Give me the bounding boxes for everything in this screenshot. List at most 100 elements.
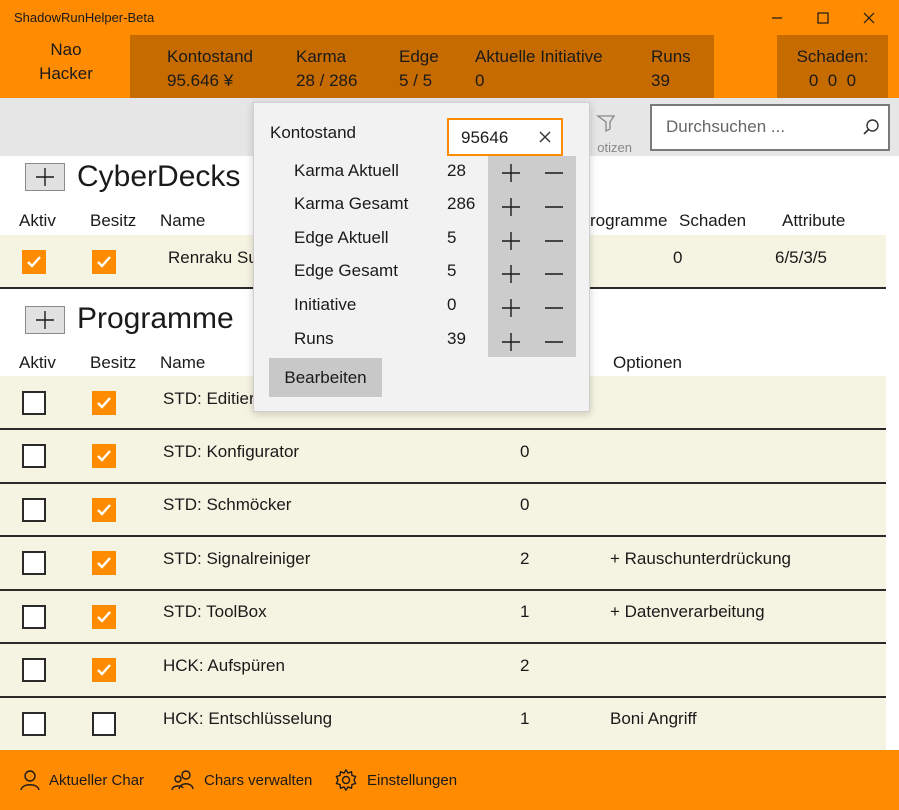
- close-button[interactable]: [846, 4, 892, 32]
- person-icon: [20, 770, 40, 791]
- minus-icon: [545, 206, 563, 208]
- programm-name: STD: ToolBox: [163, 602, 267, 621]
- col-attribute[interactable]: Attribute: [782, 211, 845, 231]
- kontostand-flyout: Kontostand 95646 Karma Aktuell 28 Karma …: [253, 102, 590, 412]
- plus-icon: [502, 299, 520, 317]
- besitz-checkbox[interactable]: [92, 551, 116, 575]
- col-name[interactable]: Name: [160, 353, 205, 373]
- initiative-decrement[interactable]: [542, 296, 566, 320]
- check-icon: [97, 450, 111, 462]
- aktiv-checkbox[interactable]: [22, 444, 46, 468]
- gear-icon: [335, 768, 357, 792]
- initiative-increment[interactable]: [499, 296, 523, 320]
- maximize-button[interactable]: [800, 4, 846, 32]
- nav-aktueller-char[interactable]: Aktueller Char: [20, 767, 144, 793]
- col-name[interactable]: Name: [160, 211, 205, 231]
- karma-gesamt-decrement[interactable]: [542, 195, 566, 219]
- col-besitz[interactable]: Besitz: [90, 211, 136, 231]
- damage-panel[interactable]: Schaden: 0 0 0: [777, 35, 888, 98]
- programm-value: 2: [520, 656, 530, 675]
- runs-value: 39: [447, 329, 466, 348]
- besitz-checkbox[interactable]: [92, 712, 116, 736]
- runs-increment[interactable]: [499, 330, 523, 354]
- besitz-checkbox[interactable]: [92, 498, 116, 522]
- stat-karma: Karma 28 / 286: [296, 45, 357, 93]
- initiative-label: Initiative: [294, 295, 357, 314]
- karma-aktuell-decrement[interactable]: [542, 161, 566, 185]
- besitz-checkbox[interactable]: [92, 391, 116, 415]
- karma-aktuell-increment[interactable]: [499, 161, 523, 185]
- minus-icon: [545, 307, 563, 309]
- col-aktiv[interactable]: Aktiv: [19, 211, 56, 231]
- add-cyberdeck-button[interactable]: [25, 163, 65, 191]
- cyberdeck-schaden: 0: [673, 248, 683, 267]
- edge-aktuell-decrement[interactable]: [542, 229, 566, 253]
- search-icon[interactable]: [862, 118, 880, 136]
- plus-icon: [502, 232, 520, 250]
- col-optionen[interactable]: Optionen: [613, 353, 682, 373]
- nav-label: Aktueller Char: [49, 771, 145, 789]
- character-name[interactable]: Nao Hacker: [20, 38, 112, 86]
- besitz-checkbox[interactable]: [92, 250, 116, 274]
- programm-name: STD: Schmöcker: [163, 495, 292, 514]
- minus-icon: [545, 240, 563, 242]
- aktiv-checkbox[interactable]: [22, 498, 46, 522]
- add-programm-button[interactable]: [25, 306, 65, 334]
- nav-einstellungen[interactable]: Einstellungen: [334, 767, 457, 793]
- notes-icon: [596, 115, 616, 133]
- table-row[interactable]: [0, 644, 886, 696]
- aktiv-checkbox[interactable]: [22, 605, 46, 629]
- col-besitz[interactable]: Besitz: [90, 353, 136, 373]
- stat-edge: Edge 5 / 5: [399, 45, 439, 93]
- character-name-line2: Hacker: [39, 64, 93, 83]
- clear-icon[interactable]: [537, 129, 553, 145]
- col-aktiv[interactable]: Aktiv: [19, 353, 56, 373]
- col-schaden[interactable]: Schaden: [679, 211, 746, 231]
- edge-gesamt-value: 5: [447, 261, 457, 280]
- besitz-checkbox[interactable]: [92, 658, 116, 682]
- stat-value: 0: [475, 71, 485, 90]
- edit-button[interactable]: Bearbeiten: [269, 358, 382, 397]
- aktiv-checkbox[interactable]: [22, 712, 46, 736]
- aktiv-checkbox[interactable]: [22, 658, 46, 682]
- notes-button[interactable]: otizen: [586, 108, 632, 155]
- stat-label: Runs: [651, 47, 691, 66]
- edge-gesamt-increment[interactable]: [499, 262, 523, 286]
- aktiv-checkbox[interactable]: [22, 250, 46, 274]
- nav-chars-verwalten[interactable]: Chars verwalten: [171, 767, 312, 793]
- search-input[interactable]: Durchsuchen ...: [650, 104, 890, 151]
- col-programme[interactable]: rogramme: [590, 211, 667, 231]
- app-title: ShadowRunHelper-Beta: [14, 10, 155, 25]
- kontostand-input-value: 95646: [461, 128, 509, 147]
- check-icon: [97, 664, 111, 676]
- karma-gesamt-increment[interactable]: [499, 195, 523, 219]
- stats-panel[interactable]: Kontostand 95.646 ¥ Karma 28 / 286 Edge …: [130, 35, 714, 98]
- character-name-line1: Nao: [50, 40, 82, 59]
- besitz-checkbox[interactable]: [92, 444, 116, 468]
- edge-aktuell-label: Edge Aktuell: [294, 228, 389, 247]
- programm-name: HCK: Aufspüren: [163, 656, 285, 675]
- stat-damage: Schaden: 0 0 0: [777, 45, 888, 93]
- programm-name: STD: Konfigurator: [163, 442, 300, 461]
- programm-value: 0: [520, 495, 530, 514]
- programm-optionen: + Rauschunterdrückung: [610, 549, 791, 568]
- nav-label: Chars verwalten: [204, 771, 313, 789]
- table-row[interactable]: [0, 698, 886, 750]
- table-row[interactable]: [0, 484, 886, 536]
- aktiv-checkbox[interactable]: [22, 391, 46, 415]
- kontostand-input[interactable]: 95646: [447, 118, 563, 156]
- stat-label: Aktuelle Initiative: [475, 47, 603, 66]
- maximize-icon: [817, 12, 829, 24]
- plus-icon: [502, 164, 520, 182]
- minimize-button[interactable]: [754, 4, 800, 32]
- edge-aktuell-increment[interactable]: [499, 229, 523, 253]
- check-icon: [97, 397, 111, 409]
- check-icon: [97, 256, 111, 268]
- table-row[interactable]: [0, 430, 886, 482]
- runs-decrement[interactable]: [542, 330, 566, 354]
- edge-gesamt-decrement[interactable]: [542, 262, 566, 286]
- aktiv-checkbox[interactable]: [22, 551, 46, 575]
- stat-label: Edge: [399, 47, 439, 66]
- besitz-checkbox[interactable]: [92, 605, 116, 629]
- check-icon: [97, 504, 111, 516]
